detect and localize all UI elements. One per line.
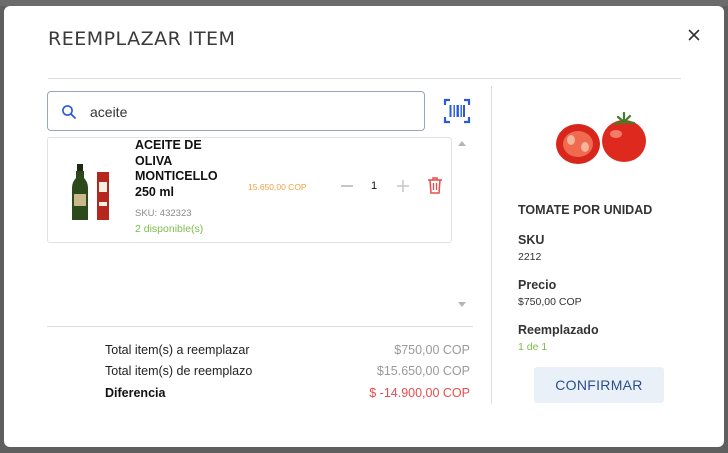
original-sku-label: SKU: [518, 233, 545, 247]
totals-divider: [47, 326, 473, 327]
original-product-image: [550, 104, 650, 174]
quantity-value: 1: [371, 180, 378, 192]
replace-item-modal: REEMPLAZAR ITEM aceite ACEITE DE OLIVA M…: [4, 6, 724, 447]
scroll-down-icon[interactable]: [458, 302, 466, 307]
difference-label: Diferencia: [105, 386, 166, 400]
product-sku: SKU: 432323: [135, 208, 192, 219]
original-item-name: TOMATE POR UNIDAD: [518, 203, 653, 217]
scroll-up-icon[interactable]: [458, 141, 466, 146]
header-divider: [48, 78, 681, 79]
minus-icon[interactable]: [339, 178, 355, 194]
search-results-list: ACEITE DE OLIVA MONTICELLO 250 ml SKU: 4…: [47, 137, 469, 309]
original-price-label: Precio: [518, 278, 557, 292]
search-input[interactable]: [88, 101, 412, 123]
list-item[interactable]: ACEITE DE OLIVA MONTICELLO 250 ml SKU: 4…: [47, 137, 452, 243]
search-box: [47, 91, 425, 131]
product-name: ACEITE DE OLIVA MONTICELLO 250 ml: [135, 138, 218, 199]
plus-icon[interactable]: [395, 178, 411, 194]
modal-title: REEMPLAZAR ITEM: [48, 28, 236, 50]
product-image: [68, 164, 116, 222]
confirm-button[interactable]: CONFIRMAR: [534, 367, 664, 403]
panel-divider: [491, 86, 492, 404]
product-availability: 2 disponible(s): [135, 223, 204, 235]
total-replacement-label: Total item(s) de reemplazo: [105, 364, 253, 378]
close-icon[interactable]: [685, 26, 703, 44]
trash-icon[interactable]: [427, 176, 443, 194]
barcode-scan-icon[interactable]: [443, 97, 471, 125]
search-icon: [61, 104, 77, 120]
list-scrollbar[interactable]: [456, 141, 468, 307]
replaced-value: 1 de 1: [518, 341, 548, 353]
replaced-label: Reemplazado: [518, 323, 599, 337]
total-replace-label: Total item(s) a reemplazar: [105, 343, 250, 357]
total-replacement-value: $15.650,00 COP: [376, 364, 470, 378]
product-price: 15.650,00 COP: [248, 182, 307, 192]
original-price-value: $750,00 COP: [518, 296, 582, 308]
original-sku-value: 2212: [518, 251, 542, 263]
difference-value: $ -14.900,00 COP: [369, 386, 470, 400]
total-replace-value: $750,00 COP: [394, 343, 470, 357]
